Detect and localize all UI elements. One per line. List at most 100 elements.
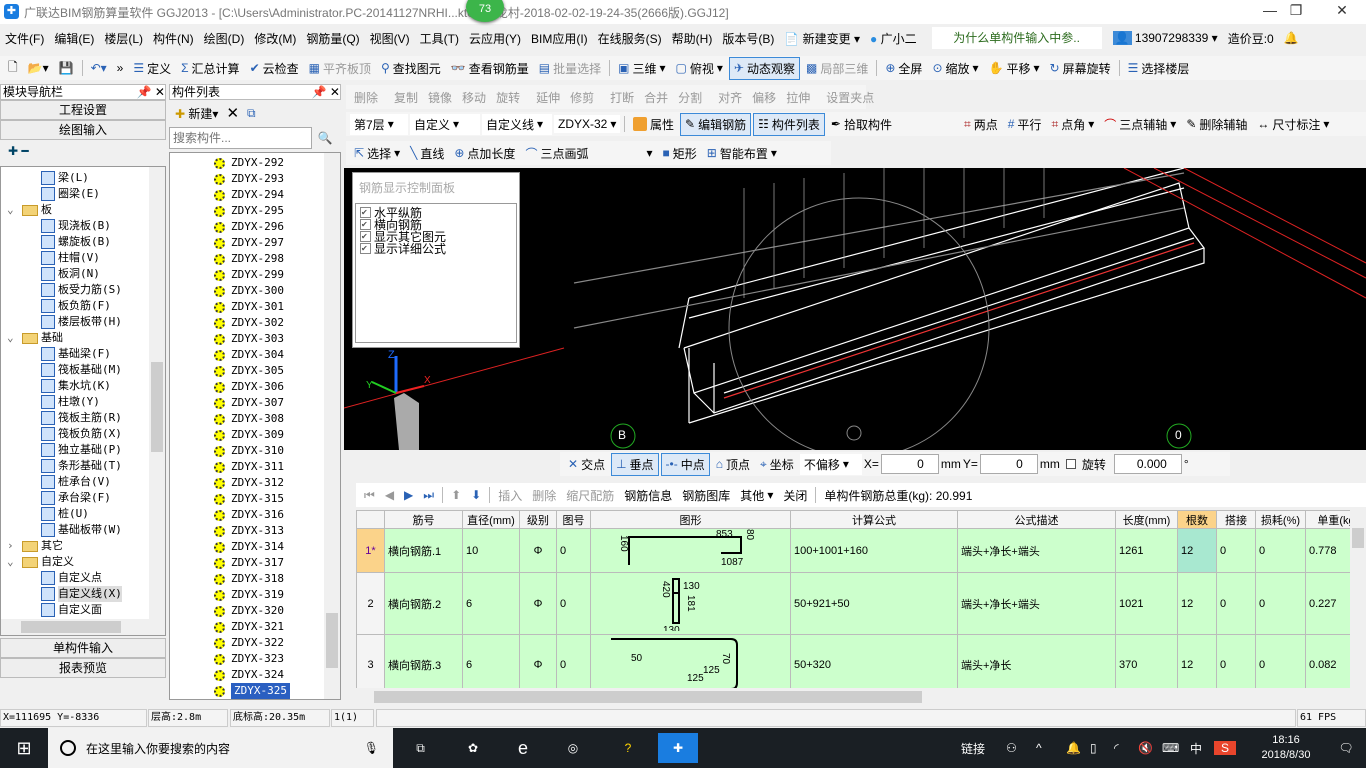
notification-bell-icon[interactable]: 🔔 — [1066, 741, 1090, 755]
menu-item[interactable]: 绘图(D) — [199, 30, 250, 47]
component-list-item[interactable]: ZDYX-320 — [170, 603, 340, 619]
first-record-button[interactable]: ⏮ — [360, 486, 379, 505]
browser-icon[interactable]: ◎ — [548, 741, 598, 755]
component-list-item[interactable]: ZDYX-325 — [170, 683, 340, 699]
component-list-item[interactable]: ZDYX-304 — [170, 347, 340, 363]
edit-rebar-button[interactable]: ✎ 编辑钢筋 — [680, 112, 752, 136]
bell-icon[interactable]: 🔔 — [1279, 31, 1304, 45]
cell-n[interactable]: 2 — [356, 572, 385, 635]
draw-button[interactable]: ⇱ 选择 ▾ — [350, 143, 404, 164]
subtype-select[interactable]: 自定义线 ▾ — [482, 113, 552, 135]
microphone-icon[interactable]: 🎙 — [364, 741, 379, 755]
cell-g[interactable]: Φ — [519, 572, 557, 635]
other-menu-button[interactable]: 其他 ▾ — [736, 485, 777, 506]
cell-formula[interactable]: 100+1001+160 — [790, 528, 958, 573]
cell-cnt[interactable]: 12 — [1177, 634, 1217, 695]
edit-button[interactable]: 对齐 — [714, 87, 746, 108]
component-list-item[interactable]: ZDYX-309 — [170, 427, 340, 443]
cell-desc[interactable]: 端头+净长+端头 — [957, 528, 1116, 573]
draw-button[interactable]: ■ 矩形 — [659, 143, 701, 164]
nav-tree-item[interactable]: 独立基础(P) — [1, 442, 165, 458]
menu-item[interactable]: 在线服务(S) — [593, 30, 667, 47]
prev-record-button[interactable]: ◀ — [381, 486, 398, 504]
volume-muted-icon[interactable]: 🔇 — [1138, 741, 1162, 755]
cell-d[interactable]: 10 — [462, 528, 520, 573]
nav-tree-item[interactable]: 筏板基础(M) — [1, 362, 165, 378]
expand-icon[interactable]: ⌄ — [7, 202, 19, 218]
toolbar-button[interactable]: ✋ 平移 ▾ — [985, 58, 1044, 79]
copy-component-icon[interactable]: ⧉ — [247, 106, 256, 121]
component-list-item[interactable]: ZDYX-323 — [170, 651, 340, 667]
scale-rebar-button[interactable]: 缩尺配筋 — [562, 485, 618, 506]
links-toolbar[interactable]: 链接 — [961, 740, 1006, 757]
nav-tree-item[interactable]: 螺旋板(B) — [1, 234, 165, 250]
column-header[interactable]: 图号 — [556, 510, 591, 529]
type-select[interactable]: 自定义 ▾ — [410, 113, 480, 135]
menu-item[interactable]: 编辑(E) — [49, 30, 99, 47]
close-button[interactable]: ✕ — [1322, 2, 1362, 22]
rebar-library-button[interactable]: 钢筋图库 — [678, 485, 734, 506]
toolbar-button[interactable]: ▩ 局部三维 — [802, 58, 872, 79]
column-header[interactable]: 长度(mm) — [1115, 510, 1178, 529]
insert-button[interactable]: 插入 — [494, 485, 526, 506]
cell-name[interactable]: 横向钢筋.2 — [384, 572, 463, 635]
x-input[interactable]: 0 — [880, 454, 939, 474]
expand-collapse-icons[interactable]: ✚ ━ — [0, 140, 166, 166]
component-list-item[interactable]: ZDYX-317 — [170, 555, 340, 571]
menu-item[interactable]: 构件(N) — [148, 30, 199, 47]
snap-midpoint-button[interactable]: -•- 中点 — [660, 452, 710, 476]
pin-close-icons[interactable]: 📌 ✕ — [312, 85, 340, 99]
ime-indicator[interactable]: 中 — [1190, 740, 1214, 757]
toolbar-button[interactable]: ☰ 选择楼层 — [1124, 58, 1194, 79]
edge-icon[interactable]: e — [498, 738, 548, 759]
delete-component-icon[interactable]: ✕ — [226, 104, 239, 122]
draw-button[interactable]: ⊞ 智能布置 ▾ — [703, 143, 781, 164]
column-header[interactable]: 搭接 — [1216, 510, 1256, 529]
toolbar-button[interactable]: ⊕ 全屏 — [881, 58, 926, 79]
toolbar-button[interactable]: ▣ 三维 ▾ — [614, 58, 669, 79]
column-header[interactable] — [356, 510, 385, 529]
cell-name[interactable]: 横向钢筋.3 — [384, 634, 463, 695]
new-component-button[interactable]: ✚ 新建▾ — [175, 105, 218, 122]
toolbar-button[interactable]: ▦ 平齐板顶 — [305, 58, 375, 79]
component-list-item[interactable]: ZDYX-299 — [170, 267, 340, 283]
toolbar-button[interactable]: 👓 查看钢筋量 — [447, 58, 533, 79]
edit-button[interactable]: 删除 — [350, 87, 382, 108]
cell-len[interactable]: 370 — [1115, 634, 1178, 695]
rebar-info-button[interactable]: 钢筋信息 — [620, 485, 676, 506]
component-list-button[interactable]: ☷ 构件列表 — [753, 112, 825, 136]
clock[interactable]: 18:16 2018/8/30 — [1246, 733, 1326, 763]
assistant-button[interactable]: ● 广小二 — [865, 30, 922, 47]
cell-lap[interactable]: 0 — [1216, 528, 1256, 573]
toolbar-button[interactable]: Σ 汇总计算 — [177, 58, 243, 79]
properties-button[interactable]: 属性 — [629, 114, 678, 135]
menu-item[interactable]: 帮助(H) — [667, 30, 718, 47]
expand-icon[interactable]: ⌄ — [7, 554, 19, 570]
taskbar-search[interactable]: 在这里输入你要搜索的内容 🎙 — [48, 728, 393, 768]
dimension-button[interactable]: ↔ 尺寸标注 ▾ — [1253, 114, 1333, 135]
snap-coordinate-button[interactable]: ⌖ 坐标 — [756, 454, 798, 475]
cell-desc[interactable]: 端头+净长 — [957, 634, 1116, 695]
move-up-button[interactable]: ⬆ — [447, 486, 465, 504]
component-list-item[interactable]: ZDYX-305 — [170, 363, 340, 379]
edit-button[interactable]: 合并 — [640, 87, 672, 108]
two-point-axis-button[interactable]: ⌗ 两点 — [960, 114, 1002, 135]
checkbox[interactable]: ✔ — [360, 218, 371, 230]
column-header[interactable]: 根数 — [1177, 510, 1217, 529]
nav-tree-item[interactable]: 桩(U) — [1, 506, 165, 522]
cell-d[interactable]: 6 — [462, 634, 520, 695]
component-list-item[interactable]: ZDYX-296 — [170, 219, 340, 235]
menu-item[interactable]: 楼层(L) — [99, 30, 148, 47]
snap-intersection-button[interactable]: ✕ 交点 — [564, 454, 609, 475]
cell-shape[interactable]: 130 420 181 130 — [590, 572, 791, 635]
delete-row-button[interactable]: 删除 — [528, 485, 560, 506]
cell-formula[interactable]: 50+320 — [790, 634, 958, 695]
more-icon[interactable]: » — [113, 59, 128, 77]
cell-shape[interactable]: 50 70 125 125 — [590, 634, 791, 695]
windows-start-icon[interactable]: ⊞ — [0, 738, 48, 759]
nav-tree-item[interactable]: 自定义面 — [1, 602, 165, 618]
draw-button[interactable]: ╲ 直线 — [406, 143, 448, 164]
wifi-icon[interactable]: ◜ — [1114, 741, 1138, 755]
cell-loss[interactable]: 0 — [1255, 528, 1306, 573]
nav-tree-item[interactable]: 梁(L) — [1, 170, 165, 186]
